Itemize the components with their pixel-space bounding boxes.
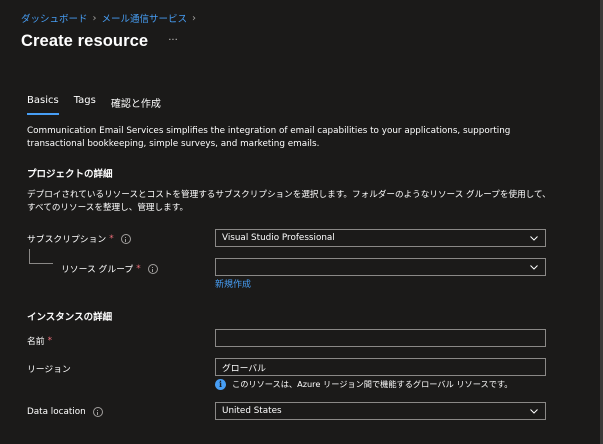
resource-group-select[interactable] xyxy=(215,258,546,276)
data-location-select[interactable]: United States xyxy=(215,402,546,420)
chevron-down-icon xyxy=(530,265,538,270)
tree-connector xyxy=(29,249,53,264)
info-filled-icon: i xyxy=(215,378,226,390)
tab-tags[interactable]: Tags xyxy=(74,95,96,115)
chevron-down-icon xyxy=(530,236,538,241)
tab-bar: Basics Tags 確認と作成 xyxy=(27,95,176,115)
create-new-link[interactable]: 新規作成 xyxy=(215,277,251,290)
resource-group-label: リソース グループ * xyxy=(61,262,158,275)
intro-description: Communication Email Services simplifies … xyxy=(27,126,511,149)
required-marker: * xyxy=(47,335,53,346)
name-label: 名前 * xyxy=(27,335,53,348)
page-title: Create resource xyxy=(21,32,149,50)
required-marker: * xyxy=(109,233,114,244)
required-marker: * xyxy=(136,263,141,274)
project-details-title: プロジェクトの詳細 xyxy=(27,169,113,180)
chevron-right-icon: › xyxy=(92,12,97,24)
region-input: グローバル xyxy=(215,358,546,376)
region-hint: i このリソースは、Azure リージョン間で機能するグローバル リソースです。 xyxy=(215,378,512,390)
info-icon[interactable] xyxy=(120,233,131,244)
breadcrumb-item-email-services[interactable]: メール通信サービス xyxy=(102,11,188,25)
info-icon[interactable] xyxy=(147,263,158,274)
tab-basics[interactable]: Basics xyxy=(27,95,59,115)
chevron-right-icon: › xyxy=(192,12,197,24)
info-icon[interactable] xyxy=(92,407,103,417)
subscription-label: サブスクリプション * xyxy=(27,232,131,245)
chevron-down-icon xyxy=(530,409,538,414)
page-header: ダッシュボード › メール通信サービス › Create resource ··… xyxy=(0,0,603,78)
data-location-label: Data location xyxy=(27,407,103,417)
tab-review-create[interactable]: 確認と作成 xyxy=(111,95,161,115)
breadcrumb: ダッシュボード › メール通信サービス › xyxy=(21,11,201,26)
name-input[interactable] xyxy=(215,329,546,347)
region-label: リージョン xyxy=(27,365,71,375)
subscription-select[interactable]: Visual Studio Professional xyxy=(215,229,546,247)
more-options-button[interactable]: ··· xyxy=(166,36,180,50)
breadcrumb-item-dashboard[interactable]: ダッシュボード xyxy=(21,11,88,25)
instance-details-title: インスタンスの詳細 xyxy=(27,312,113,323)
project-details-description: デプロイされているリソースとコストを管理するサブスクリプションを選択します。フォ… xyxy=(27,190,551,213)
